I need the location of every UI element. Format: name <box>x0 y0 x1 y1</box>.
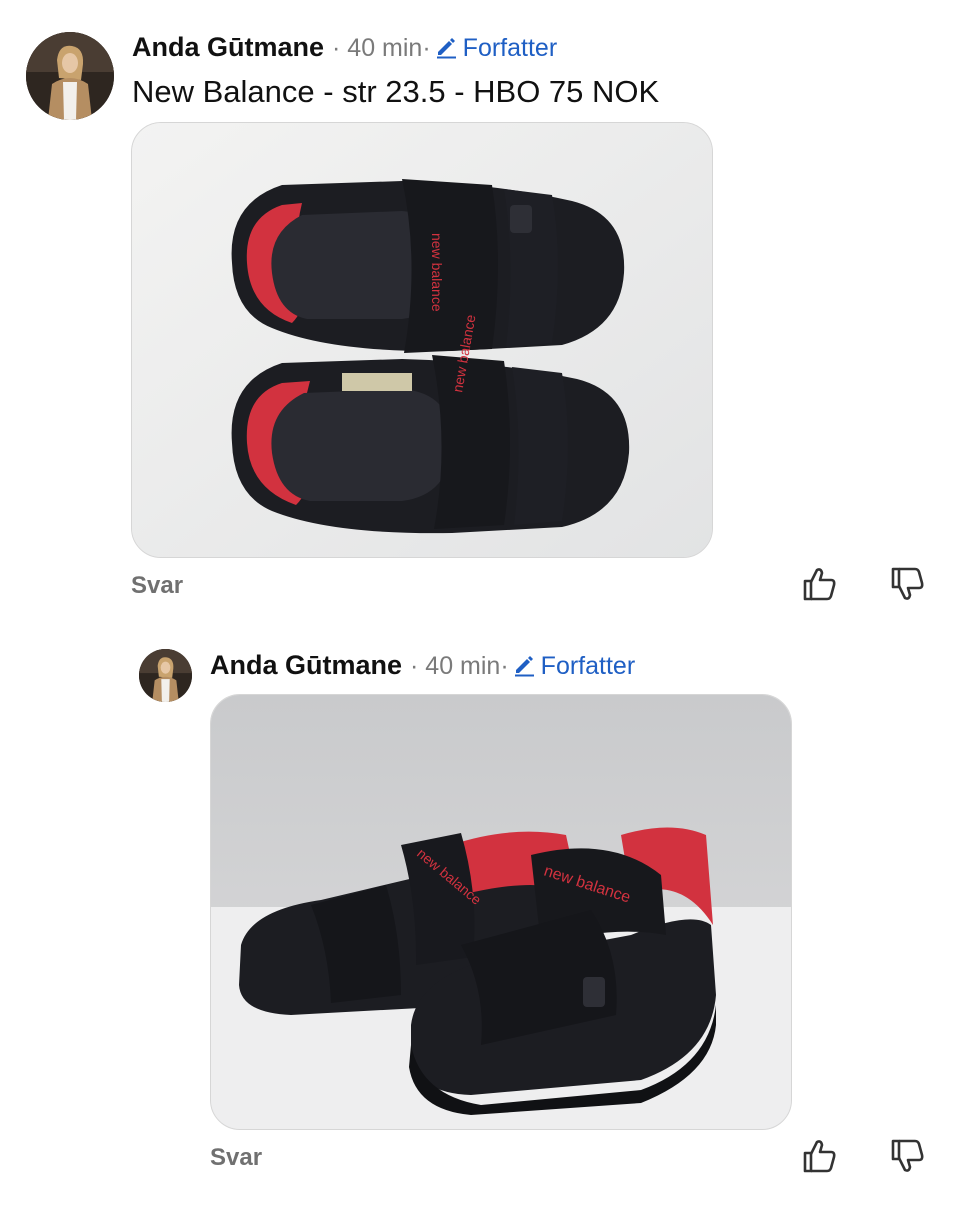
author-badge-label: Forfatter <box>462 34 558 62</box>
sandals-top-view-photo: new balance new balance <box>132 123 712 557</box>
thumbs-up-icon <box>803 1140 836 1173</box>
pencil-icon <box>436 38 456 59</box>
reply-button[interactable]: Svar <box>210 1144 262 1172</box>
comment-2: Anda Gūtmane · 40 min· Forfatter new bal… <box>0 620 960 1208</box>
comment-header: Anda Gūtmane · 40 min· Forfatter <box>210 650 635 681</box>
dislike-button[interactable] <box>888 564 928 604</box>
thumbs-down-icon <box>891 567 924 600</box>
avatar[interactable] <box>26 32 114 120</box>
like-button[interactable] <box>800 1136 840 1176</box>
comment-text: New Balance - str 23.5 - HBO 75 NOK <box>132 74 660 109</box>
author-name[interactable]: Anda Gūtmane <box>210 650 402 681</box>
comment-image[interactable]: new balance new balance <box>210 694 792 1130</box>
thumbs-up-icon <box>803 568 836 601</box>
like-button[interactable] <box>800 564 840 604</box>
dislike-button[interactable] <box>888 1136 928 1176</box>
sandals-side-view-photo: new balance new balance <box>211 695 791 1129</box>
comment-image[interactable]: new balance new balance <box>131 122 713 558</box>
thumbs-down-icon <box>891 1139 924 1172</box>
timestamp: · 40 min· <box>410 652 509 680</box>
comment-header: Anda Gūtmane · 40 min· Forfatter <box>132 32 557 63</box>
pencil-icon <box>514 656 534 677</box>
author-badge-label: Forfatter <box>540 652 636 680</box>
author-name[interactable]: Anda Gūtmane <box>132 32 324 63</box>
author-badge: Forfatter <box>511 650 635 681</box>
comment-1: Anda Gūtmane · 40 min· Forfatter New Bal… <box>0 0 960 620</box>
brand-print: new balance <box>429 233 445 312</box>
timestamp: · 40 min· <box>332 34 431 62</box>
author-badge: Forfatter <box>433 32 557 63</box>
avatar[interactable] <box>139 649 192 702</box>
reply-button[interactable]: Svar <box>131 572 183 600</box>
